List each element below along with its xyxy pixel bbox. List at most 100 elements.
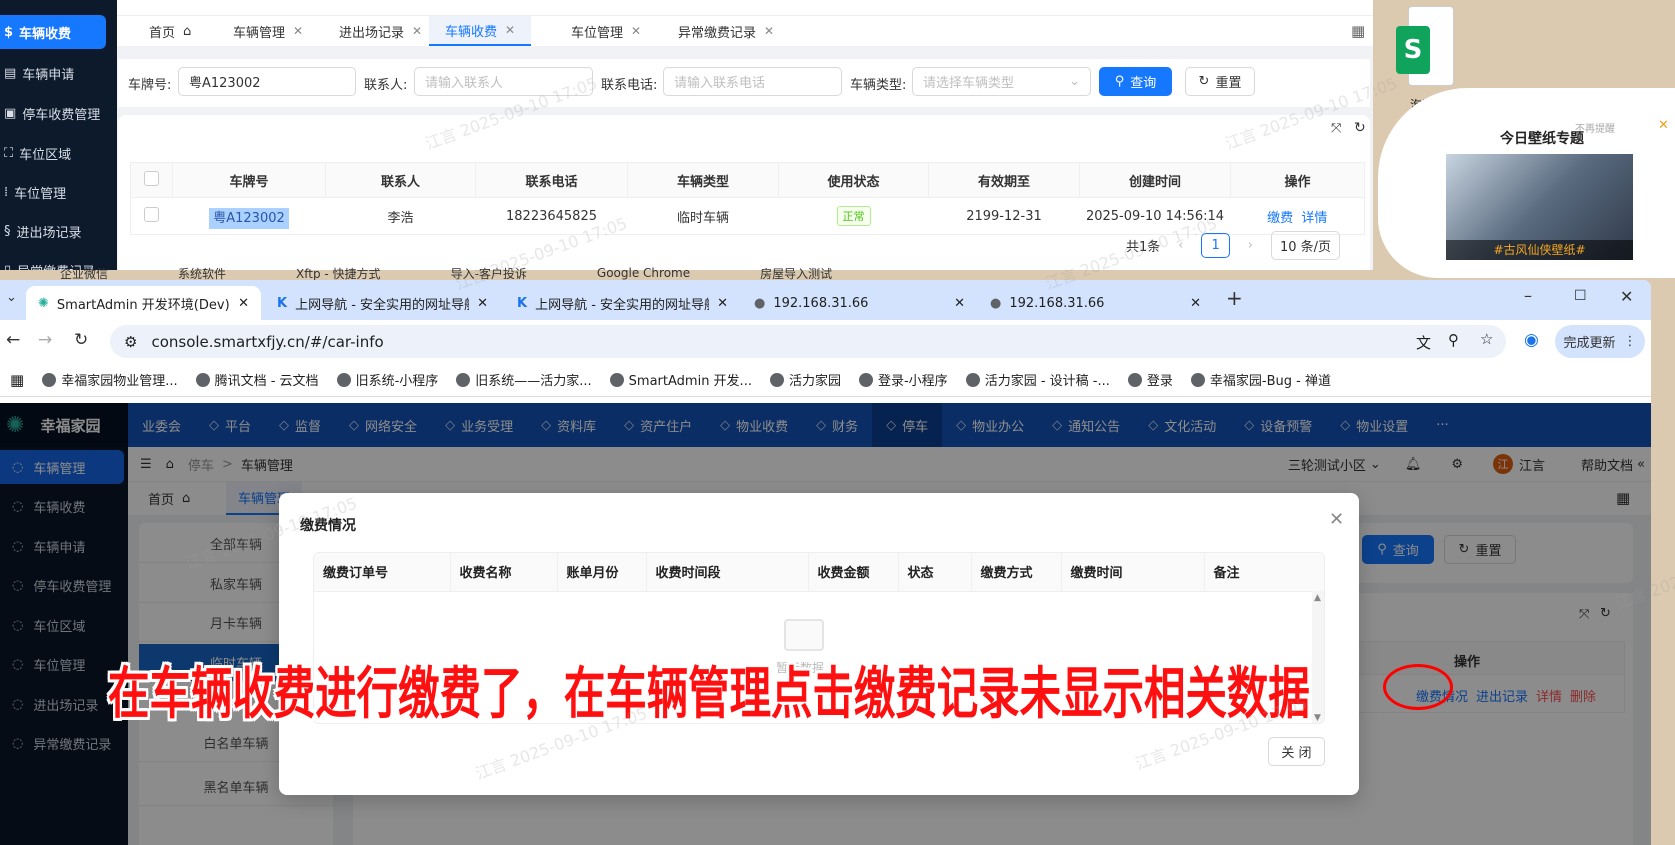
detail-link[interactable]: 详情 xyxy=(1301,211,1327,226)
profile-icon[interactable]: ◉ xyxy=(1524,330,1539,350)
close-icon[interactable]: ✕ xyxy=(764,24,774,38)
bookmark-item[interactable]: 活力家园 xyxy=(769,370,841,389)
bookmark-item[interactable]: 幸福家园-Bug - 禅道 xyxy=(1190,370,1331,389)
dollar-circle-icon: $ xyxy=(4,24,14,40)
desktop-icon-label[interactable]: Xftp - 快捷方式 xyxy=(296,265,381,282)
close-icon[interactable]: ✕ xyxy=(293,24,303,38)
grid-icon[interactable]: ▦ xyxy=(1351,22,1365,40)
browser-tab-strip: ⌄ + – ☐ ✕ ✺ SmartAdmin 开发环境(Dev) ✕ K 上网导航 - … xyxy=(0,280,1651,320)
close-icon[interactable]: ✕ xyxy=(1329,509,1344,530)
sidebar-item[interactable]: ⁞ 车位管理 xyxy=(0,175,106,209)
bookmark-item[interactable]: 幸福家园物业管理... xyxy=(42,370,178,389)
table-row: 粤A123002 李浩 18223645825 临时车辆 正常 2199-12-… xyxy=(130,197,1365,235)
bookmark-item[interactable]: SmartAdmin 开发... xyxy=(609,370,752,389)
close-tab-icon[interactable]: ✕ xyxy=(954,296,965,311)
sidebar-item[interactable]: ▤ 车辆申请 xyxy=(0,56,106,90)
tab-item[interactable]: 车辆管理 ✕ xyxy=(217,16,319,46)
desktop-icon-label[interactable]: Google Chrome xyxy=(597,266,690,280)
site-info-icon[interactable]: ⚙ xyxy=(124,333,137,351)
tab-item[interactable]: 车位管理 ✕ xyxy=(555,16,657,46)
tab-item[interactable]: 进出场记录 ✕ xyxy=(323,16,438,46)
table-card: ⤧ ↻ 车牌号 联系人 联系电话 车辆类型 使用状态 有效期至 创建时间 操作 粤A12300… xyxy=(118,115,1370,270)
tab-item[interactable]: 车辆收费 ✕ xyxy=(429,16,532,46)
close-tab-icon[interactable]: ✕ xyxy=(1190,296,1201,311)
type-select[interactable]: 请选择车辆类型 ⌄ xyxy=(912,67,1091,96)
home-icon: ⌂ xyxy=(183,23,192,39)
calendar-icon: ▣ xyxy=(4,105,17,121)
bookmark-item[interactable]: 活力家园 - 设计稿 -... xyxy=(965,370,1110,389)
bookmark-star-icon[interactable]: ☆ xyxy=(1480,330,1493,348)
reload-button[interactable]: ↻ xyxy=(74,330,88,350)
close-button[interactable]: 关 闭 xyxy=(1268,737,1325,766)
scrollbar[interactable]: ▲ ▼ xyxy=(1312,591,1324,723)
row-checkbox[interactable] xyxy=(130,197,173,235)
close-icon[interactable]: ✕ xyxy=(412,24,422,38)
translate-icon[interactable]: 文 xyxy=(1416,332,1431,353)
reset-button[interactable]: ↻ 重置 xyxy=(1185,67,1255,96)
refresh-icon[interactable]: ↻ xyxy=(1354,120,1366,136)
pay-link[interactable]: 缴费 xyxy=(1267,211,1293,226)
bookmark-item[interactable]: 登录-小程序 xyxy=(858,370,948,389)
close-icon[interactable]: ✕ xyxy=(505,23,515,37)
sidebar-item[interactable]: § 进出场记录 xyxy=(0,214,106,248)
apps-grid-icon[interactable]: ▦ xyxy=(10,371,24,389)
scroll-down-icon[interactable]: ▼ xyxy=(1314,713,1321,723)
browser-tab[interactable]: ● 192.168.31.66 ✕ xyxy=(742,286,977,320)
zoom-icon[interactable]: ⚲ xyxy=(1448,331,1459,349)
tab-title: 192.168.31.66 xyxy=(773,295,869,311)
desktop-icon-label[interactable]: 导入-客户投诉 xyxy=(451,265,527,282)
close-icon[interactable]: ✕ xyxy=(1658,118,1669,133)
close-tab-icon[interactable]: ✕ xyxy=(717,296,728,311)
browser-tab[interactable]: K 上网导航 - 安全实用的网址导航 ✕ xyxy=(265,286,500,320)
bookmark-favicon-icon xyxy=(1127,372,1142,387)
page-size-select[interactable]: 10 条/页 xyxy=(1270,231,1341,260)
desktop-icon-label[interactable]: 企业微信 xyxy=(60,265,108,282)
desktop-icon-label[interactable]: 房屋导入测试 xyxy=(760,265,832,282)
browser-tab[interactable]: ● 192.168.31.66 ✕ xyxy=(978,286,1213,320)
desktop-icon-label[interactable]: 系统软件 xyxy=(178,265,226,282)
bookmark-item[interactable]: 旧系统-小程序 xyxy=(336,370,438,389)
phone-input[interactable]: 请输入联系电话 xyxy=(663,67,842,96)
new-tab-button[interactable]: + xyxy=(1226,286,1243,310)
forward-button[interactable]: → xyxy=(38,330,52,350)
tab-item[interactable]: 首页 ⌂ xyxy=(133,16,207,46)
sidebar-item[interactable]: ⛶ 车位区域 xyxy=(0,136,106,170)
select-all-checkbox[interactable] xyxy=(130,162,173,198)
page-1-button[interactable]: 1 xyxy=(1201,233,1230,258)
close-tab-icon[interactable]: ✕ xyxy=(238,296,249,311)
tab-item[interactable]: 异常缴费记录 ✕ xyxy=(662,16,790,46)
status-cell: 正常 xyxy=(778,197,929,235)
plate-input[interactable]: 粤A123002 xyxy=(178,67,356,96)
tab-search-icon[interactable]: ⌄ xyxy=(6,290,17,305)
browser-tab[interactable]: ✺ SmartAdmin 开发环境(Dev) ✕ xyxy=(26,286,261,320)
tab-title: 上网导航 - 安全实用的网址导航 xyxy=(535,297,710,313)
fullscreen-icon[interactable]: ⤧ xyxy=(1331,121,1341,136)
spreadsheet-file-icon[interactable]: S 泡bug xyxy=(1390,6,1462,112)
prev-page-button[interactable]: ‹ xyxy=(1178,238,1183,253)
close-window-button[interactable]: ✕ xyxy=(1620,287,1633,306)
close-tab-icon[interactable]: ✕ xyxy=(477,296,488,311)
back-button[interactable]: ← xyxy=(6,330,20,350)
bookmark-item[interactable]: 腾讯文档 - 云文档 xyxy=(195,370,319,389)
sidebar-item[interactable]: ▣ 停车收费管理 xyxy=(0,96,106,130)
wallpaper-image[interactable]: #古风仙侠壁纸# xyxy=(1446,154,1633,260)
column-header: 车牌号 xyxy=(172,162,326,198)
sidebar-item[interactable]: $ 车辆收费 xyxy=(0,15,106,49)
bookmark-item[interactable]: 登录 xyxy=(1127,370,1173,389)
vehicle-fee-window: $ 车辆收费 ▤ 车辆申请 ▣ 停车收费管理 ⛶ 车位区域 ⁞ 车位管理 § 进出场记录 ▯ 异常缴费记录… xyxy=(0,0,1373,270)
minimize-button[interactable]: – xyxy=(1524,286,1532,305)
scroll-up-icon[interactable]: ▲ xyxy=(1314,593,1321,603)
file-alert-icon: ▯ xyxy=(4,262,12,271)
total-count: 共1条 xyxy=(1126,240,1161,255)
next-page-button[interactable]: › xyxy=(1248,238,1253,253)
browser-tab[interactable]: K 上网导航 - 安全实用的网址导航 ✕ xyxy=(505,286,740,320)
contact-input[interactable]: 请输入联系人 xyxy=(414,67,593,96)
close-icon[interactable]: ✕ xyxy=(631,24,641,38)
maximize-button[interactable]: ☐ xyxy=(1574,288,1587,304)
address-bar[interactable]: ⚙ console.smartxfjy.cn/#/car-info 文 ⚲ ☆ xyxy=(110,325,1506,358)
column-header: 缴费时间 xyxy=(1061,553,1205,592)
bookmark-item[interactable]: 旧系统——活力家... xyxy=(456,370,592,389)
query-button[interactable]: ⚲ 查询 xyxy=(1099,67,1172,96)
update-button[interactable]: 完成更新 ⋮ xyxy=(1555,325,1645,358)
type-cell: 临时车辆 xyxy=(627,197,779,235)
